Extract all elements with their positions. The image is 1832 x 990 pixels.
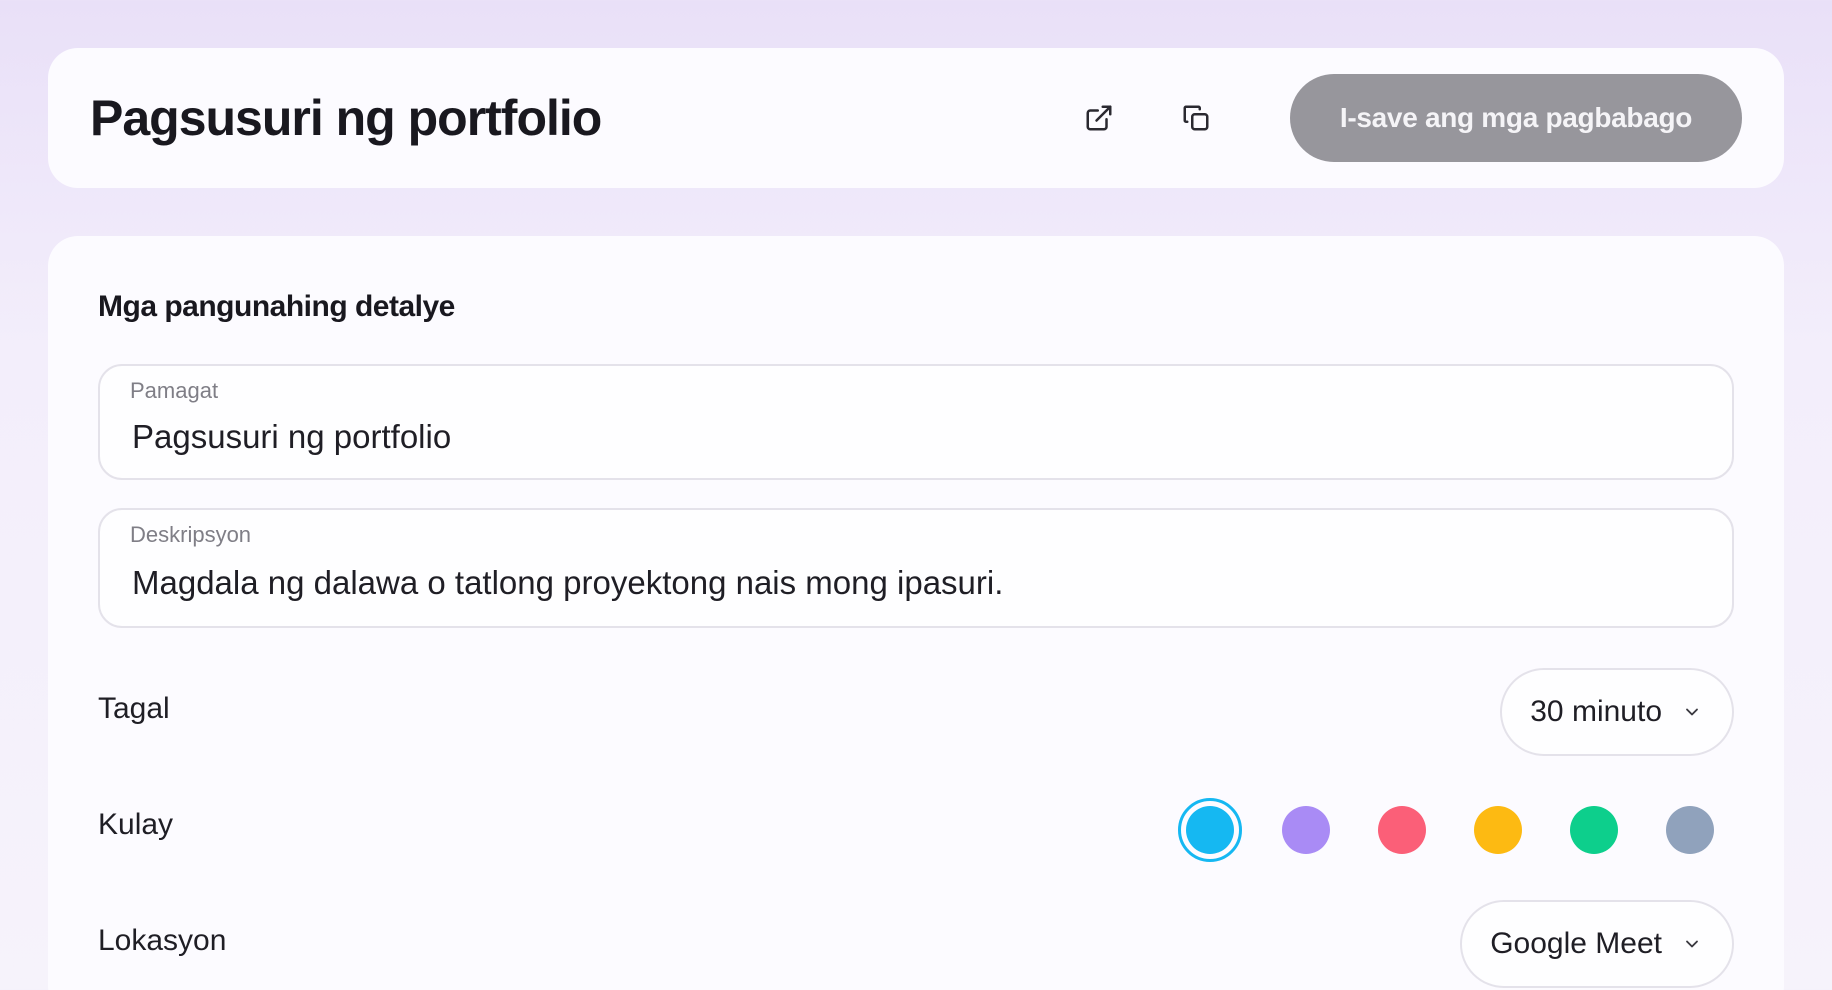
color-swatch[interactable]: [1474, 806, 1522, 854]
color-label: Kulay: [98, 808, 174, 841]
open-external-button[interactable]: [1067, 86, 1131, 150]
color-swatch[interactable]: [1178, 798, 1242, 862]
duration-select[interactable]: 30 minuto: [1500, 668, 1734, 756]
color-swatch[interactable]: [1282, 806, 1330, 854]
chevron-down-icon: [1682, 934, 1702, 954]
color-picker: [1178, 798, 1714, 862]
duration-label: Tagal: [98, 692, 170, 725]
color-swatch-fill: [1186, 806, 1234, 854]
title-field-value[interactable]: Pagsusuri ng portfolio: [132, 418, 451, 456]
color-swatch[interactable]: [1666, 806, 1714, 854]
color-swatch[interactable]: [1378, 806, 1426, 854]
save-changes-button[interactable]: I-save ang mga pagbabago: [1290, 74, 1742, 162]
description-field-label: Deskripsyon: [130, 522, 252, 547]
location-select[interactable]: Google Meet: [1460, 900, 1734, 988]
external-link-icon: [1086, 105, 1112, 131]
header-card: Pagsusuri ng portfolio I-save ang mga pa…: [48, 48, 1784, 188]
color-swatch[interactable]: [1570, 806, 1618, 854]
location-select-value: Google Meet: [1490, 927, 1662, 960]
duration-select-value: 30 minuto: [1530, 695, 1662, 728]
title-field[interactable]: Pamagat Pagsusuri ng portfolio: [98, 364, 1734, 480]
copy-icon: [1183, 105, 1209, 131]
description-field[interactable]: Deskripsyon Magdala ng dalawa o tatlong …: [98, 508, 1734, 628]
copy-button[interactable]: [1164, 86, 1228, 150]
location-label: Lokasyon: [98, 924, 227, 957]
title-field-label: Pamagat: [130, 378, 219, 403]
details-card: Mga pangunahing detalye Pamagat Pagsusur…: [48, 236, 1784, 990]
chevron-down-icon: [1682, 702, 1702, 722]
description-field-value[interactable]: Magdala ng dalawa o tatlong proyektong n…: [132, 564, 1003, 602]
page-title: Pagsusuri ng portfolio: [90, 90, 602, 146]
section-title: Mga pangunahing detalye: [98, 290, 455, 323]
